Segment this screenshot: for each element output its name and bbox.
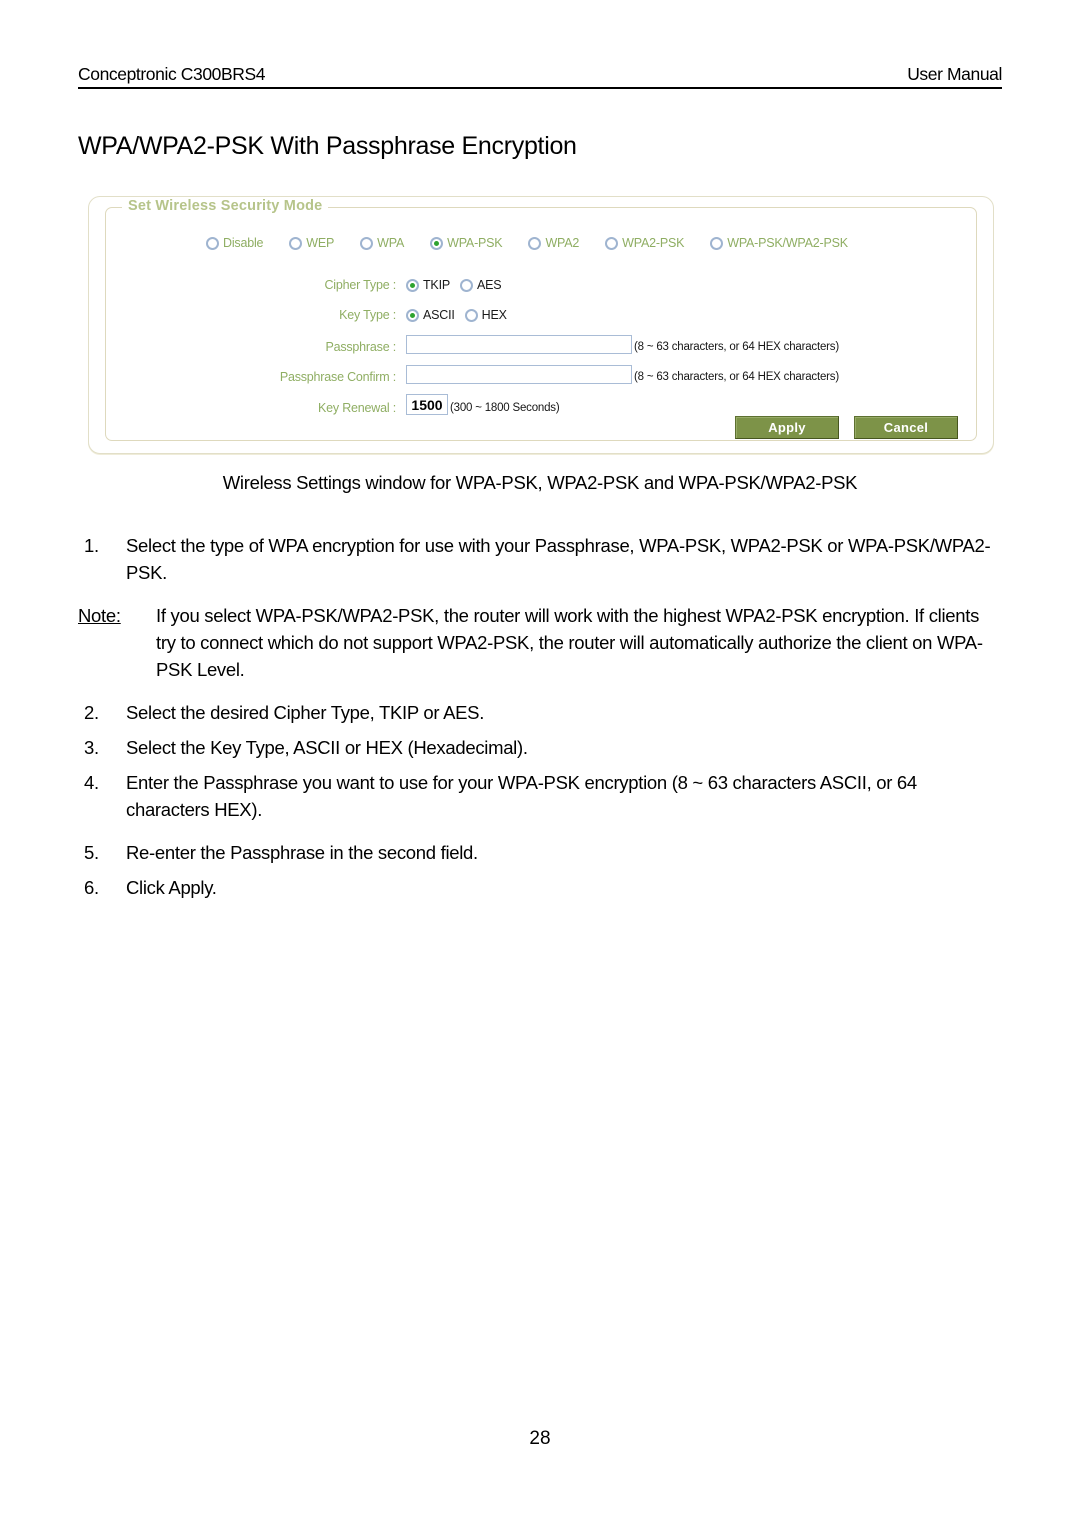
security-mode-option-wep[interactable]: WEP bbox=[289, 236, 334, 250]
list-item: 1. Select the type of WPA encryption for… bbox=[78, 532, 1002, 586]
page-number: 28 bbox=[529, 1428, 551, 1449]
security-mode-option-wpa[interactable]: WPA bbox=[360, 236, 404, 250]
list-item-number: 2. bbox=[84, 702, 99, 723]
list-item-text: Select the type of WPA encryption for us… bbox=[126, 535, 991, 583]
security-mode-label: WPA2 bbox=[545, 236, 580, 250]
list-item-text: Enter the Passphrase you want to use for… bbox=[126, 772, 917, 820]
key-renewal-hint: (300 ~ 1800 Seconds) bbox=[450, 402, 560, 414]
key-type-label: Key Type : bbox=[339, 308, 396, 322]
security-mode-label: WPA2-PSK bbox=[622, 236, 685, 250]
passphrase-input[interactable] bbox=[406, 335, 632, 354]
list-item: 6. Click Apply. bbox=[78, 874, 1002, 901]
security-mode-option-wpa-psk-wpa2-psk[interactable]: WPA-PSK/WPA2-PSK bbox=[710, 236, 848, 250]
key-renewal-input[interactable] bbox=[406, 394, 448, 415]
passphrase-hint: (8 ~ 63 characters, or 64 HEX characters… bbox=[634, 341, 839, 353]
security-mode-option-wpa2[interactable]: WPA2 bbox=[528, 236, 579, 250]
key-renewal-row: Key Renewal : (300 ~ 1800 Seconds) bbox=[106, 394, 976, 415]
radio-icon[interactable] bbox=[605, 236, 619, 250]
cipher-type-option-tkip[interactable]: TKIP bbox=[406, 278, 450, 292]
list-item: 2. Select the desired Cipher Type, TKIP … bbox=[78, 699, 1002, 726]
instruction-list: 1. Select the type of WPA encryption for… bbox=[78, 532, 1002, 909]
key-renewal-label: Key Renewal : bbox=[318, 401, 396, 415]
radio-icon[interactable] bbox=[710, 236, 724, 250]
list-item-text: Select the desired Cipher Type, TKIP or … bbox=[126, 702, 485, 723]
key-type-row: Key Type : ASCII HEX bbox=[106, 308, 976, 322]
cipher-type-label: Cipher Type : bbox=[324, 278, 396, 292]
security-mode-label: WEP bbox=[306, 236, 335, 250]
security-mode-option-disable[interactable]: Disable bbox=[206, 236, 263, 250]
radio-icon[interactable] bbox=[206, 236, 219, 250]
radio-icon-selected[interactable] bbox=[406, 278, 419, 292]
security-mode-label: WPA bbox=[377, 236, 405, 250]
security-mode-radio-group: Disable WEP WPA WPA-PSK WPA2 WPA2-PSK WP… bbox=[206, 236, 848, 250]
radio-icon[interactable] bbox=[289, 236, 303, 250]
key-type-option-hex[interactable]: HEX bbox=[464, 308, 507, 322]
cancel-button[interactable]: Cancel bbox=[854, 416, 958, 439]
cipher-type-option-label: AES bbox=[476, 278, 502, 292]
security-mode-option-wpa2-psk[interactable]: WPA2-PSK bbox=[605, 236, 684, 250]
list-item-text: Select the Key Type, ASCII or HEX (Hexad… bbox=[126, 737, 528, 758]
list-item-text: Re-enter the Passphrase in the second fi… bbox=[126, 842, 478, 863]
passphrase-label: Passphrase : bbox=[325, 340, 396, 354]
radio-icon[interactable] bbox=[528, 236, 542, 250]
key-type-option-label: ASCII bbox=[423, 308, 455, 322]
security-mode-label: WPA-PSK bbox=[447, 236, 503, 250]
fieldset-legend: Set Wireless Security Mode bbox=[122, 198, 329, 214]
figure-caption: Wireless Settings window for WPA-PSK, WP… bbox=[222, 472, 858, 493]
note-keyword: Note: bbox=[78, 605, 121, 626]
list-item-text: Click Apply. bbox=[126, 877, 217, 898]
security-mode-label: Disable bbox=[223, 236, 264, 250]
note-text: If you select WPA-PSK/WPA2-PSK, the rout… bbox=[156, 605, 983, 680]
list-item-number: 6. bbox=[84, 877, 99, 898]
header-document-type: User Manual bbox=[907, 64, 1002, 84]
security-mode-option-wpa-psk[interactable]: WPA-PSK bbox=[430, 236, 503, 250]
page-title: WPA/WPA2-PSK With Passphrase Encryption bbox=[78, 132, 577, 160]
cipher-type-row: Cipher Type : TKIP AES bbox=[106, 278, 976, 292]
radio-icon[interactable] bbox=[459, 278, 473, 292]
passphrase-confirm-input[interactable] bbox=[406, 365, 632, 384]
list-item: 4. Enter the Passphrase you want to use … bbox=[78, 769, 1002, 823]
passphrase-confirm-row: Passphrase Confirm : (8 ~ 63 characters,… bbox=[106, 365, 976, 384]
list-item-number: 3. bbox=[84, 737, 99, 758]
key-type-option-label: HEX bbox=[481, 308, 507, 322]
list-item-number: 1. bbox=[84, 535, 99, 556]
security-mode-label: WPA-PSK/WPA2-PSK bbox=[727, 236, 848, 250]
key-type-option-ascii[interactable]: ASCII bbox=[406, 308, 455, 322]
radio-icon-selected[interactable] bbox=[430, 236, 444, 250]
list-item-number: 4. bbox=[84, 772, 99, 793]
passphrase-confirm-hint: (8 ~ 63 characters, or 64 HEX characters… bbox=[634, 371, 839, 383]
document-header: Conceptronic C300BRS4 User Manual bbox=[78, 64, 1002, 89]
wireless-security-fieldset: Set Wireless Security Mode Disable WEP W… bbox=[105, 198, 977, 441]
apply-button[interactable]: Apply bbox=[735, 416, 839, 439]
list-item: 5. Re-enter the Passphrase in the second… bbox=[78, 839, 1002, 866]
list-item: 3. Select the Key Type, ASCII or HEX (He… bbox=[78, 734, 1002, 761]
radio-icon-selected[interactable] bbox=[406, 308, 419, 322]
router-settings-screenshot: Set Wireless Security Mode Disable WEP W… bbox=[88, 196, 994, 454]
list-item-number: 5. bbox=[84, 842, 99, 863]
passphrase-row: Passphrase : (8 ~ 63 characters, or 64 H… bbox=[106, 335, 976, 354]
cipher-type-option-label: TKIP bbox=[423, 278, 450, 292]
document-page: Conceptronic C300BRS4 User Manual WPA/WP… bbox=[0, 0, 1080, 1526]
radio-icon[interactable] bbox=[360, 236, 374, 250]
form-actions: Apply Cancel bbox=[735, 416, 958, 439]
radio-icon[interactable] bbox=[464, 308, 478, 322]
note-block: Note: If you select WPA-PSK/WPA2-PSK, th… bbox=[78, 602, 1002, 683]
cipher-type-option-aes[interactable]: AES bbox=[459, 278, 502, 292]
header-product-name: Conceptronic C300BRS4 bbox=[78, 64, 266, 84]
passphrase-confirm-label: Passphrase Confirm : bbox=[279, 370, 396, 384]
